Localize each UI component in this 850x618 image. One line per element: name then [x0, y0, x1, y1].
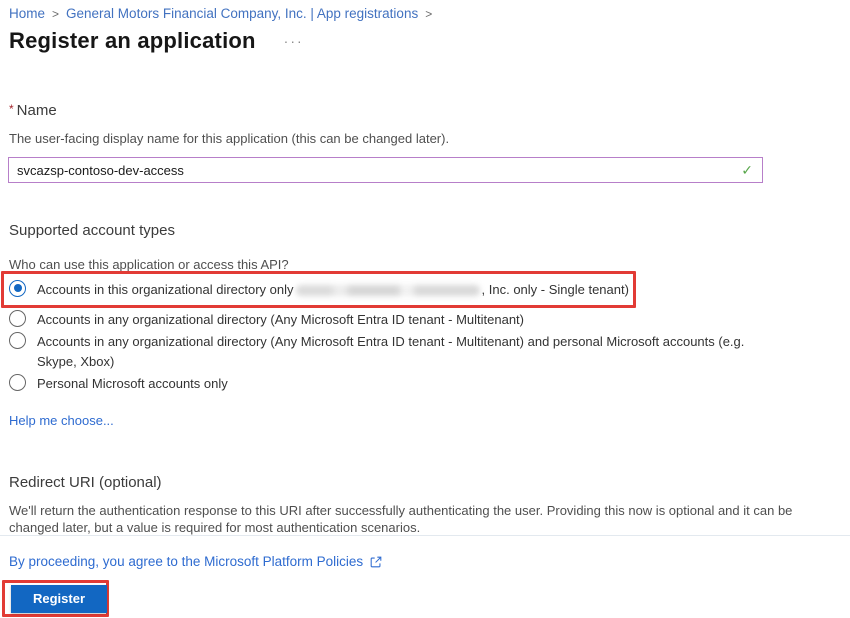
- radio-option-personal-only[interactable]: Personal Microsoft accounts only: [9, 374, 228, 394]
- external-link-icon: [369, 555, 383, 569]
- breadcrumb-app-registrations-link[interactable]: General Motors Financial Company, Inc. |…: [66, 6, 418, 21]
- radio-label-single-tenant[interactable]: Accounts in this organizational director…: [37, 280, 629, 300]
- more-options-icon[interactable]: ···: [284, 33, 304, 49]
- footer-divider: [0, 535, 850, 536]
- radio-button-personal-only[interactable]: [9, 374, 26, 391]
- radio-button-single-tenant[interactable]: [9, 279, 26, 297]
- radio-option-multitenant[interactable]: Accounts in any organizational directory…: [9, 310, 524, 330]
- breadcrumb-separator: >: [52, 7, 60, 21]
- register-button[interactable]: Register: [11, 584, 108, 613]
- radio-option-single-tenant[interactable]: Accounts in this organizational director…: [9, 279, 629, 300]
- redirect-uri-heading: Redirect URI (optional): [9, 474, 162, 491]
- annotation-highlight-single-tenant: Accounts in this organizational director…: [1, 271, 636, 308]
- breadcrumb: Home > General Motors Financial Company, I…: [9, 6, 439, 21]
- radio-option-multitenant-personal[interactable]: Accounts in any organizational directory…: [9, 332, 769, 372]
- platform-policies-link[interactable]: By proceeding, you agree to the Microsof…: [9, 554, 363, 569]
- radio-button-multitenant[interactable]: [9, 310, 26, 327]
- account-types-question: Who can use this application or access t…: [9, 257, 289, 272]
- breadcrumb-separator: >: [425, 7, 433, 21]
- name-field-hint: The user-facing display name for this ap…: [9, 131, 450, 146]
- radio-label-personal-only[interactable]: Personal Microsoft accounts only: [37, 374, 228, 394]
- supported-account-types-heading: Supported account types: [9, 222, 175, 239]
- redacted-tenant-name: [295, 284, 480, 296]
- policy-row: By proceeding, you agree to the Microsof…: [9, 554, 383, 569]
- name-input-container: ✓: [8, 157, 763, 183]
- valid-check-icon: ✓: [741, 161, 753, 178]
- annotation-highlight-register: Register: [2, 580, 109, 617]
- title-row: Register an application ···: [9, 28, 304, 54]
- required-asterisk: *: [9, 102, 14, 116]
- radio-label-multitenant[interactable]: Accounts in any organizational directory…: [37, 310, 524, 330]
- name-input[interactable]: [9, 162, 742, 178]
- page-title: Register an application: [9, 28, 256, 53]
- name-field-label: * Name: [9, 102, 57, 119]
- radio-label-multitenant-personal[interactable]: Accounts in any organizational directory…: [37, 332, 769, 372]
- help-me-choose-link[interactable]: Help me choose...: [9, 413, 114, 428]
- radio-button-multitenant-personal[interactable]: [9, 332, 26, 349]
- redirect-uri-description: We'll return the authentication response…: [9, 503, 793, 535]
- breadcrumb-home-link[interactable]: Home: [9, 6, 45, 21]
